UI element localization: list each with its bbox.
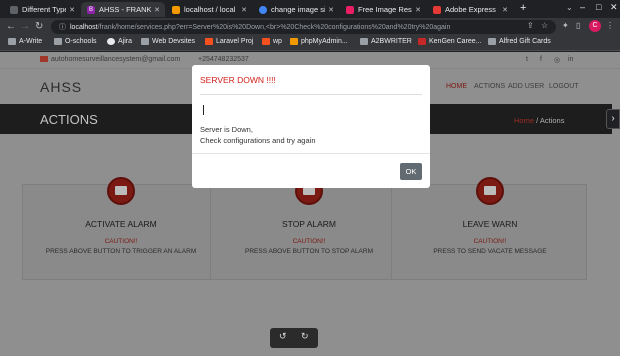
share-icon[interactable]: ⇪ [527, 21, 534, 30]
rotate-left-icon[interactable]: ↺ [279, 331, 287, 342]
bookmark-web-devsites[interactable]: Web Devsites [141, 38, 195, 45]
tab-ahss-frank[interactable]: B AHSS - FRANK ✕ [81, 2, 165, 17]
card-title: LEAVE WARN [462, 219, 518, 229]
site-icon [262, 38, 270, 45]
bookmark-wp[interactable]: wp [262, 38, 282, 45]
breadcrumb-home[interactable]: Home [514, 116, 534, 125]
folder-icon [8, 38, 16, 45]
breadcrumb: Home / Actions [514, 116, 565, 125]
card-activate-alarm: ACTIVATE ALARM CAUTION!! PRESS ABOVE BUT… [22, 177, 218, 280]
nav-logout[interactable]: LOGOUT [549, 83, 579, 90]
site-icon [107, 38, 115, 45]
rotate-right-icon[interactable]: ↻ [301, 331, 309, 342]
close-window-button[interactable]: ✕ [610, 2, 618, 13]
rotate-controls: ↺ ↻ [270, 328, 318, 348]
bookmark-a-write[interactable]: A-Write [8, 38, 42, 45]
ok-button[interactable]: OK [400, 163, 422, 180]
tab-strip: Different Types ✕ B AHSS - FRANK ✕ local… [0, 0, 620, 18]
bootstrap-icon: B [87, 5, 95, 14]
modal-message-line1: Server is Down, [200, 125, 253, 134]
close-tab-icon[interactable]: ✕ [241, 6, 247, 14]
address-bar[interactable]: ⓘ localhost/frank/home/services.php?err=… [51, 20, 556, 34]
instagram-icon[interactable]: ◎ [554, 56, 560, 64]
chevron-right-icon: › [611, 113, 615, 124]
caution-label: CAUTION!! [473, 238, 507, 245]
nav-actions[interactable]: ACTIONS [474, 83, 505, 90]
envelope-icon [40, 56, 48, 62]
tab-free-image-resize[interactable]: Free Image Resiz ✕ [340, 2, 426, 17]
contact-email[interactable]: autohomesurveillancesystem@gmail.com [40, 56, 180, 63]
card-description: PRESS ABOVE BUTTON TO STOP ALARM [245, 248, 373, 255]
tab-adobe-express[interactable]: Adobe Express ✕ [427, 2, 513, 17]
forward-button[interactable]: → [20, 21, 30, 32]
reload-button[interactable]: ↻ [35, 21, 43, 32]
bookmark-laravel-proj[interactable]: Laravel Proj [205, 38, 253, 45]
close-tab-icon[interactable]: ✕ [154, 6, 160, 14]
tab-change-image[interactable]: change image si ✕ [253, 2, 339, 17]
page-title: ACTIONS [40, 112, 98, 127]
tab-localhost[interactable]: localhost / local ✕ [166, 2, 252, 17]
twitter-icon[interactable]: t [526, 56, 528, 63]
resize-icon [346, 5, 354, 14]
tab-search-button[interactable]: ⌄ [566, 3, 573, 12]
google-icon [259, 5, 267, 14]
extensions-icon[interactable]: ✦ [562, 21, 569, 30]
text-cursor [203, 105, 204, 115]
folder-icon [488, 38, 496, 45]
bookmark-kengen[interactable]: KenGen Caree... [418, 38, 482, 45]
bookmark-alfred-gift-cards[interactable]: Alfred Gift Cards [488, 38, 551, 45]
bookmark-star-icon[interactable]: ☆ [541, 21, 548, 30]
caution-label: CAUTION!! [292, 238, 326, 245]
card-description: PRESS ABOVE BUTTON TO TRIGGER AN ALARM [45, 248, 197, 255]
contact-phone: +254748232537 [198, 56, 249, 63]
maximize-button[interactable]: □ [596, 2, 601, 12]
adobe-icon [433, 5, 441, 14]
info-icon[interactable]: ⓘ [59, 22, 66, 32]
card-description: PRESS TO SEND VACATE MESSAGE [433, 248, 547, 255]
folder-icon [141, 38, 149, 45]
bookmark-a2bwriter[interactable]: A2BWRITER [360, 38, 412, 45]
sidepanel-icon[interactable]: ▯ [576, 21, 580, 30]
linkedin-icon[interactable]: in [568, 56, 573, 63]
caution-label: CAUTION!! [104, 238, 138, 245]
facebook-icon[interactable]: f [540, 56, 542, 63]
bookmarks-bar: A-Write O-schools Ajira Web Devsites Lar… [0, 36, 620, 51]
folder-icon [54, 38, 62, 45]
card-stop-alarm: STOP ALARM CAUTION!! PRESS ABOVE BUTTON … [210, 177, 406, 280]
folder-icon [360, 38, 368, 45]
breadcrumb-current: Actions [539, 116, 565, 125]
kengen-icon [418, 38, 426, 45]
side-panel-toggle[interactable]: › [606, 109, 620, 129]
phpmyadmin-icon [290, 38, 298, 45]
card-title: ACTIVATE ALARM [85, 219, 157, 229]
card-leave-warn: LEAVE WARN CAUTION!! PRESS TO SEND VACAT… [391, 177, 587, 280]
card-title: STOP ALARM [281, 219, 336, 229]
site-brand[interactable]: AHSS [40, 79, 82, 95]
nav-add-user[interactable]: ADD USER [508, 83, 544, 90]
modal-divider [200, 94, 422, 95]
close-tab-icon[interactable]: ✕ [502, 6, 508, 14]
bookmark-ajira[interactable]: Ajira [107, 38, 132, 45]
laravel-icon [205, 38, 213, 45]
modal-title: SERVER DOWN !!!! [200, 75, 276, 85]
close-tab-icon[interactable]: ✕ [415, 6, 421, 14]
close-tab-icon[interactable]: ✕ [69, 6, 75, 14]
menu-kebab-icon[interactable]: ⋮ [606, 21, 614, 30]
modal-message-line2: Check configurations and try again [200, 136, 316, 145]
close-tab-icon[interactable]: ✕ [328, 6, 334, 14]
minimize-button[interactable]: – [580, 2, 585, 12]
nav-home[interactable]: HOME [446, 83, 467, 90]
modal-footer-divider [192, 153, 430, 154]
phpmyadmin-icon [172, 5, 180, 14]
bookmark-o-schools[interactable]: O-schools [54, 38, 97, 45]
server-down-modal: SERVER DOWN !!!! Server is Down, Check c… [192, 65, 430, 188]
profile-avatar[interactable]: C [589, 20, 601, 32]
new-tab-button[interactable]: + [520, 2, 526, 14]
bookmark-phpmyadmin[interactable]: phpMyAdmin... [290, 38, 348, 45]
bulb-icon [10, 5, 18, 14]
tab-different-types[interactable]: Different Types ✕ [4, 2, 80, 17]
back-button[interactable]: ← [6, 21, 16, 32]
leave-warn-button[interactable] [476, 177, 504, 205]
activate-alarm-button[interactable] [107, 177, 135, 205]
